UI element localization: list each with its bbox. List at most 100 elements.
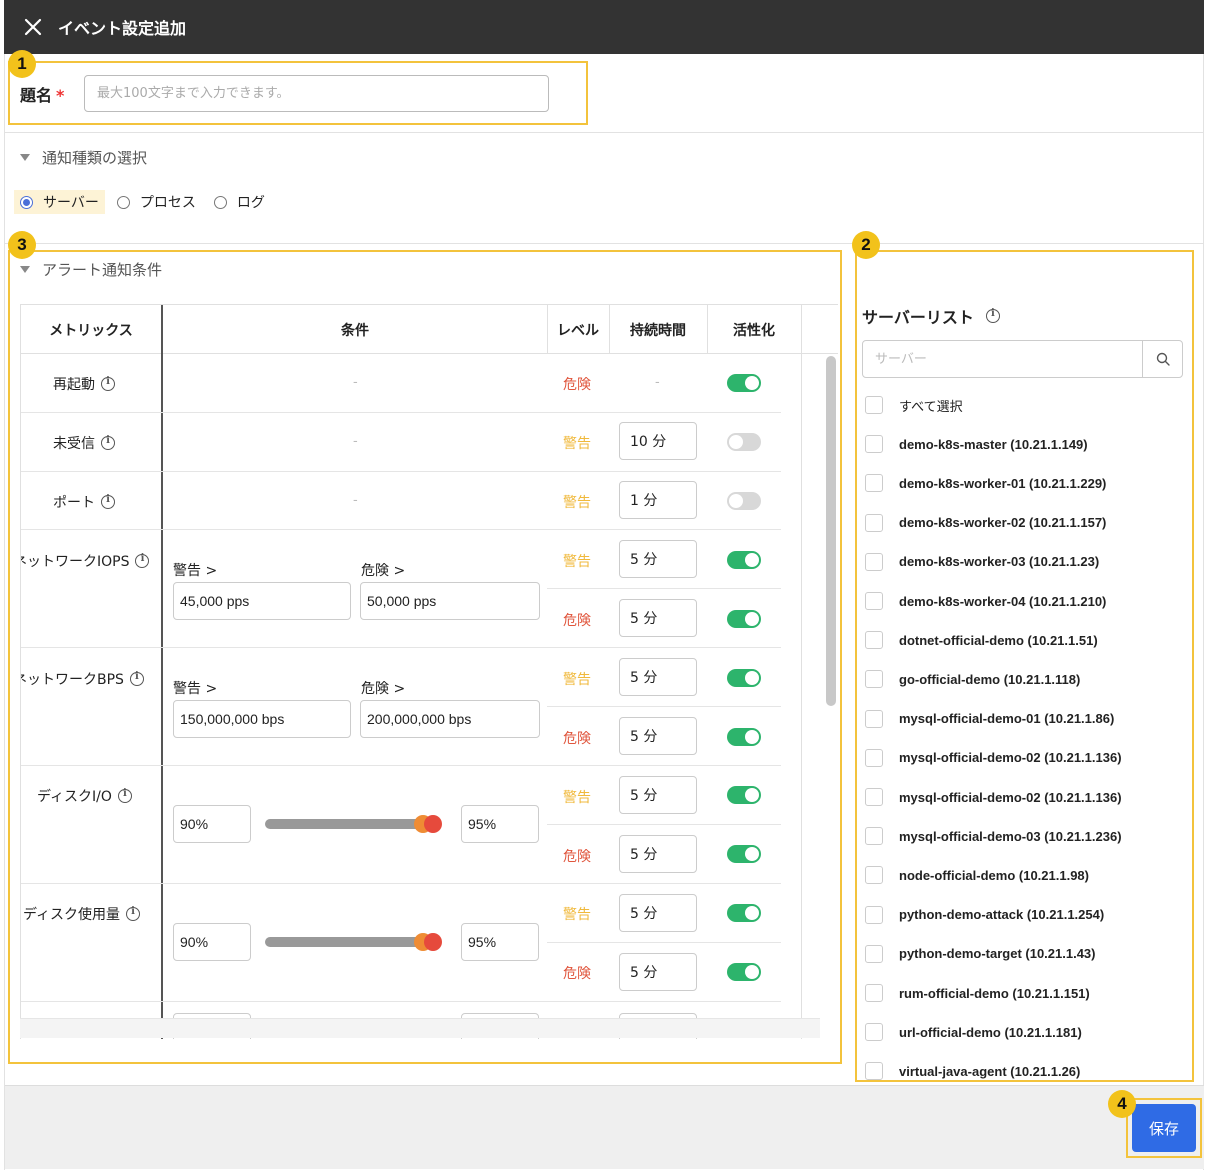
- info-icon[interactable]: [129, 671, 144, 686]
- info-icon[interactable]: [101, 376, 115, 391]
- server-list-item[interactable]: mysql-official-demo-01 (10.21.1.86): [865, 709, 1114, 729]
- cond-danger-input[interactable]: 50,000 pps: [360, 582, 540, 620]
- alert-conditions-heading[interactable]: アラート通知条件: [20, 259, 162, 280]
- radio-process[interactable]: プロセス: [111, 190, 202, 214]
- row-divider: [21, 883, 781, 884]
- toggle-restart[interactable]: [727, 374, 761, 392]
- server-list-item[interactable]: python-demo-target (10.21.1.43): [865, 944, 1096, 964]
- duration-input[interactable]: 5 分: [619, 658, 697, 696]
- disk-io-range-slider[interactable]: [265, 819, 435, 829]
- duration-input[interactable]: 1 分: [619, 481, 697, 519]
- checkbox[interactable]: [865, 513, 883, 532]
- disk-usage-low-input[interactable]: 90%: [173, 923, 251, 961]
- checkbox[interactable]: [865, 670, 883, 689]
- server-list-item[interactable]: demo-k8s-worker-04 (10.21.1.210): [865, 591, 1106, 611]
- save-button[interactable]: 保存: [1132, 1104, 1196, 1152]
- checkbox[interactable]: [865, 474, 883, 493]
- disk-usage-range-slider[interactable]: [265, 937, 435, 947]
- toggle-disk-usage-warn[interactable]: [727, 904, 761, 922]
- duration-input[interactable]: 5 分: [619, 599, 697, 637]
- toggle-not-received[interactable]: [727, 433, 761, 451]
- radio-log[interactable]: ログ: [208, 190, 271, 214]
- toggle-disk-io-warn[interactable]: [727, 786, 761, 804]
- server-list-item[interactable]: rum-official-demo (10.21.1.151): [865, 983, 1090, 1003]
- table-vertical-scrollbar[interactable]: [826, 356, 836, 706]
- metric-name: 再起動: [53, 377, 95, 393]
- toggle-net-bps-warn[interactable]: [727, 669, 761, 687]
- row-divider: [21, 647, 781, 648]
- server-list-item[interactable]: go-official-demo (10.21.1.118): [865, 669, 1080, 689]
- server-list-item[interactable]: url-official-demo (10.21.1.181): [865, 1022, 1082, 1042]
- disk-usage-high-input[interactable]: 95%: [461, 923, 539, 961]
- server-list-item[interactable]: virtual-java-agent (10.21.1.26): [865, 1061, 1080, 1081]
- server-list-item[interactable]: dotnet-official-demo (10.21.1.51): [865, 630, 1098, 650]
- level-danger: 危険: [563, 613, 591, 629]
- select-all-item[interactable]: すべて選択: [865, 395, 963, 415]
- level-danger: 危険: [563, 966, 591, 982]
- toggle-net-bps-danger[interactable]: [727, 728, 761, 746]
- server-list-item[interactable]: demo-k8s-worker-03 (10.21.1.23): [865, 552, 1099, 572]
- toggle-disk-usage-danger[interactable]: [727, 963, 761, 981]
- checkbox[interactable]: [865, 592, 883, 610]
- info-icon[interactable]: [135, 553, 150, 568]
- duration-input[interactable]: 5 分: [619, 540, 697, 578]
- checkbox[interactable]: [865, 984, 883, 1002]
- toggle-net-iops-warn[interactable]: [727, 551, 761, 569]
- cond-danger-input[interactable]: 200,000,000 bps: [360, 700, 540, 738]
- checkbox[interactable]: [865, 905, 883, 924]
- server-list-item[interactable]: mysql-official-demo-02 (10.21.1.136): [865, 748, 1122, 768]
- metric-net-bps: ネットワークBPS: [21, 669, 144, 689]
- server-list-item[interactable]: mysql-official-demo-03 (10.21.1.236): [865, 826, 1122, 846]
- server-list-item[interactable]: python-demo-attack (10.21.1.254): [865, 905, 1104, 925]
- checkbox[interactable]: [865, 435, 883, 454]
- info-icon[interactable]: [126, 906, 141, 921]
- server-list-item[interactable]: mysql-official-demo-02 (10.21.1.136): [865, 787, 1122, 807]
- cond-danger-label: 危険 >: [361, 681, 406, 697]
- notify-type-heading[interactable]: 通知種類の選択: [20, 147, 147, 168]
- checkbox[interactable]: [865, 788, 883, 806]
- search-button[interactable]: [1142, 341, 1182, 377]
- server-name: url-official-demo (10.21.1.181): [899, 1024, 1082, 1040]
- info-icon[interactable]: [101, 494, 115, 509]
- slider-danger-handle[interactable]: [424, 815, 442, 833]
- radio-server[interactable]: サーバー: [14, 190, 105, 214]
- server-search-input[interactable]: [863, 341, 1142, 377]
- server-list-item[interactable]: demo-k8s-worker-02 (10.21.1.157): [865, 513, 1106, 533]
- server-name: mysql-official-demo-01 (10.21.1.86): [899, 711, 1115, 727]
- duration-input[interactable]: 5 分: [619, 776, 697, 814]
- checkbox[interactable]: [865, 396, 883, 414]
- server-list-item[interactable]: node-official-demo (10.21.1.98): [865, 865, 1089, 885]
- checkbox[interactable]: [865, 748, 883, 767]
- row-divider: [547, 824, 781, 825]
- cond-warn-input[interactable]: 150,000,000 bps: [173, 700, 351, 738]
- checkbox[interactable]: [865, 827, 883, 846]
- close-button[interactable]: [18, 12, 48, 42]
- duration-input[interactable]: 5 分: [619, 953, 697, 991]
- search-icon: [1156, 352, 1170, 366]
- info-icon[interactable]: [101, 435, 115, 450]
- checkbox[interactable]: [865, 1062, 883, 1081]
- slider-danger-handle[interactable]: [424, 933, 442, 951]
- checkbox[interactable]: [865, 1023, 883, 1042]
- info-icon[interactable]: [117, 788, 132, 803]
- toggle-port[interactable]: [727, 492, 761, 510]
- checkbox[interactable]: [865, 709, 883, 728]
- server-list-item[interactable]: demo-k8s-master (10.21.1.149): [865, 434, 1088, 454]
- checkbox[interactable]: [865, 552, 883, 571]
- checkbox[interactable]: [865, 631, 883, 650]
- disk-io-low-input[interactable]: 90%: [173, 805, 251, 843]
- checkbox[interactable]: [865, 944, 883, 963]
- duration-input[interactable]: 5 分: [619, 717, 697, 755]
- cond-warn-input[interactable]: 45,000 pps: [173, 582, 351, 620]
- disk-io-high-input[interactable]: 95%: [461, 805, 539, 843]
- duration-input[interactable]: 5 分: [619, 835, 697, 873]
- checkbox[interactable]: [865, 866, 883, 885]
- toggle-net-iops-danger[interactable]: [727, 610, 761, 628]
- toggle-disk-io-danger[interactable]: [727, 845, 761, 863]
- duration-input[interactable]: 5 分: [619, 894, 697, 932]
- duration-input[interactable]: 10 分: [619, 422, 697, 460]
- subject-input[interactable]: [84, 75, 549, 112]
- info-icon[interactable]: [985, 308, 1000, 323]
- table-horizontal-scrollbar[interactable]: [20, 1018, 820, 1038]
- server-list-item[interactable]: demo-k8s-worker-01 (10.21.1.229): [865, 473, 1106, 493]
